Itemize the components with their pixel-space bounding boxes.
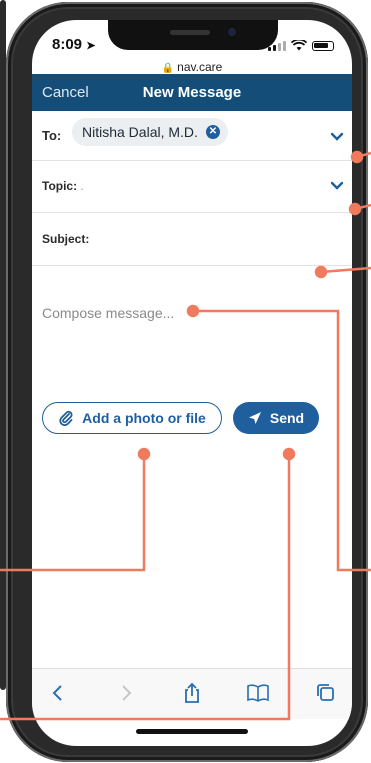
paperclip-icon	[59, 410, 73, 426]
send-button[interactable]: Send	[233, 402, 319, 434]
compose-input[interactable]: Compose message...	[42, 305, 174, 321]
topic-value: .	[80, 179, 84, 193]
topic-row[interactable]: Topic: .	[32, 161, 352, 213]
forward-icon[interactable]	[114, 681, 138, 705]
remove-recipient-icon[interactable]: ✕	[205, 125, 220, 139]
send-label: Send	[269, 410, 305, 426]
browser-toolbar	[32, 668, 352, 719]
tabs-icon[interactable]	[314, 681, 338, 705]
share-icon[interactable]	[180, 681, 204, 705]
add-attachment-button[interactable]: Add a photo or file	[42, 402, 222, 434]
recipient-name: Nitisha Dalal, M.D.	[82, 124, 198, 140]
speaker	[170, 30, 210, 35]
phone-frame: 8:09 ➤ 🔒 nav.care Cancel New Message To: …	[6, 2, 368, 762]
status-bar: 8:09 ➤	[32, 36, 352, 60]
chevron-down-icon[interactable]	[330, 132, 344, 142]
address-bar[interactable]: 🔒 nav.care	[32, 60, 352, 74]
subject-row[interactable]: Subject:	[32, 213, 352, 266]
camera	[228, 28, 236, 36]
lock-icon: 🔒	[161, 63, 175, 74]
status-icons	[268, 40, 334, 51]
wifi-icon	[291, 40, 307, 51]
to-row[interactable]: To: Nitisha Dalal, M.D. ✕	[32, 112, 352, 161]
signal-icon	[268, 40, 286, 51]
add-attachment-label: Add a photo or file	[82, 410, 206, 426]
topic-label-text: Topic:	[42, 179, 78, 193]
back-icon[interactable]	[46, 681, 70, 705]
home-indicator	[136, 729, 248, 734]
page-title: New Message	[142, 84, 242, 101]
bookmarks-icon[interactable]	[246, 681, 270, 705]
recipient-chip[interactable]: Nitisha Dalal, M.D. ✕	[72, 118, 228, 146]
phone-screen: 8:09 ➤ 🔒 nav.care Cancel New Message To: …	[32, 20, 352, 746]
send-icon	[248, 412, 261, 424]
app-navbar: Cancel New Message	[32, 74, 352, 111]
url-text: nav.care	[177, 60, 223, 74]
location-arrow-icon: ➤	[86, 40, 96, 52]
time-text: 8:09	[52, 36, 83, 53]
battery-icon	[312, 40, 334, 51]
topic-label: Topic: .	[42, 179, 84, 193]
status-time: 8:09 ➤	[52, 36, 95, 53]
subject-label: Subject:	[42, 232, 90, 246]
to-label: To:	[42, 128, 62, 143]
chevron-down-icon[interactable]	[330, 181, 344, 191]
